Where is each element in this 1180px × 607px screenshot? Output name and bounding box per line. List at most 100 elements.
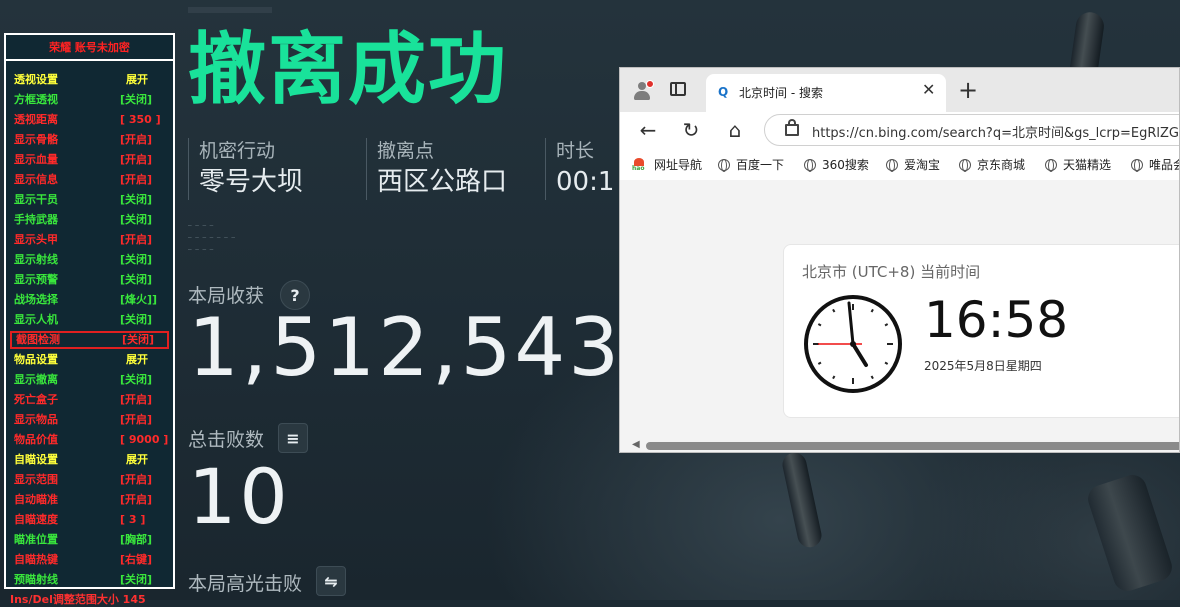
favorite-label: 360搜索 — [822, 158, 869, 172]
scroll-left-icon[interactable]: ◀ — [632, 439, 640, 450]
favorite-item[interactable]: 天猫精选 — [1045, 156, 1111, 173]
menu-item[interactable]: 显示头甲 [开启] — [10, 231, 169, 249]
menu-item[interactable]: 显示物品 [开启] — [10, 411, 169, 429]
menu-item-value: [关闭] — [120, 193, 153, 206]
menu-item-value: [开启] — [120, 473, 153, 486]
menu-item-value: [开启] — [120, 393, 153, 406]
menu-item-value: [开启] — [120, 493, 153, 506]
menu-item-value: 展开 — [126, 453, 148, 466]
menu-item-label: 方框透视 — [14, 93, 58, 106]
favorite-item[interactable]: 360搜索 — [804, 156, 869, 173]
refresh-icon[interactable]: ↻ — [679, 118, 703, 142]
menu-section-header[interactable]: 自瞄设置 展开 — [10, 451, 169, 469]
menu-item-label: 显示预警 — [14, 273, 58, 286]
tab-bing-search[interactable]: Q 北京时间 - 搜索 ✕ — [706, 74, 946, 112]
menu-item-label: 显示范围 — [14, 473, 58, 486]
menu-item-label: 自瞄设置 — [14, 453, 58, 466]
menu-item[interactable]: 自瞄速度 [ 3 ] — [10, 511, 169, 529]
menu-item[interactable]: 显示预警 [关闭] — [10, 271, 169, 289]
home-icon[interactable]: ⌂ — [723, 118, 747, 142]
favorite-item[interactable]: 网址导航 — [632, 156, 702, 173]
menu-item[interactable]: 死亡盒子 [开启] — [10, 391, 169, 409]
globe-icon — [1045, 159, 1057, 172]
menu-item[interactable]: 预瞄射线 [关闭] — [10, 571, 169, 589]
clock-tick — [884, 323, 889, 327]
menu-item-value: [关闭] — [120, 373, 153, 386]
favorite-item[interactable]: 京东商城 — [959, 156, 1025, 173]
favorites-bar: 网址导航 百度一下 360搜索 爱淘宝 京东商城 天猫精选 唯品会 — [620, 148, 1179, 181]
menu-item[interactable]: 手持武器 [关闭] — [10, 211, 169, 229]
url-text[interactable]: https://cn.bing.com/search?q=北京时间&gs_lcr… — [812, 122, 1179, 141]
tab-title: 北京时间 - 搜索 — [739, 86, 823, 100]
menu-item-value: [关闭] — [122, 333, 155, 346]
menu-item-value: [开启] — [120, 153, 153, 166]
browser-window: Q 北京时间 - 搜索 ✕ + ← ↻ ⌂ https://cn.bing.co… — [619, 67, 1180, 453]
menu-item[interactable]: 瞄准位置 [胸部] — [10, 531, 169, 549]
address-bar[interactable]: https://cn.bing.com/search?q=北京时间&gs_lcr… — [764, 114, 1179, 146]
menu-item-value: [ 9000 ] — [120, 433, 169, 446]
menu-item[interactable]: 物品价值 [ 9000 ] — [10, 431, 169, 449]
globe-icon — [718, 159, 730, 172]
overlay-menu: 荣耀 账号未加密 透视设置 展开方框透视 [关闭] 透视距离[ 350 ] 显示骨骼 [开… — [4, 33, 175, 589]
bullet-shell-decoration — [780, 450, 824, 550]
menu-item-value: [开启] — [120, 173, 153, 186]
kills-value: 10 — [188, 452, 291, 541]
page-content: 北京市 (UTC+8) 当前时间 16:58 2025年5月8日星期四 ◀ — [620, 180, 1179, 452]
menu-section-header[interactable]: 透视设置 展开 — [10, 71, 169, 89]
profile-avatar-icon[interactable] — [632, 80, 654, 100]
tab-actions-icon[interactable] — [670, 82, 686, 96]
menu-section-header[interactable]: 物品设置 展开 — [10, 351, 169, 369]
menu-item[interactable]: 显示范围 [开启] — [10, 471, 169, 489]
browser-toolbar: ← ↻ ⌂ https://cn.bing.com/search?q=北京时间&… — [620, 112, 1179, 148]
menu-item[interactable]: 显示射线 [关闭] — [10, 251, 169, 269]
menu-item-label: 自瞄热键 — [14, 553, 58, 566]
menu-item[interactable]: 方框透视 [关闭] — [10, 91, 169, 109]
list-icon[interactable]: ≡ — [278, 423, 308, 453]
new-tab-plus-icon[interactable]: + — [958, 76, 978, 104]
favorite-item[interactable]: 唯品会 — [1131, 156, 1179, 173]
menu-item-value: [开启] — [120, 133, 153, 146]
globe-icon — [959, 159, 971, 172]
current-time: 16:58 — [924, 291, 1069, 349]
info-value: 00:1 — [556, 167, 615, 197]
menu-item[interactable]: 显示干员 [关闭] — [10, 191, 169, 209]
menu-item-value: [开启] — [120, 413, 153, 426]
menu-item-label: 物品价值 — [14, 433, 58, 446]
menu-item-label: 预瞄射线 — [14, 573, 58, 586]
horizontal-scrollbar[interactable]: ◀ — [620, 436, 1179, 452]
menu-item[interactable]: 透视距离 [ 350 ] — [10, 111, 169, 129]
swap-icon[interactable]: ⇋ — [316, 566, 346, 596]
back-arrow-icon[interactable]: ← — [636, 118, 660, 142]
favorite-label: 爱淘宝 — [904, 158, 941, 172]
search-icon: Q — [718, 85, 729, 99]
favorite-item[interactable]: 百度一下 — [718, 156, 784, 173]
lock-icon[interactable] — [785, 119, 799, 136]
menu-item[interactable]: 显示撤离 [关闭] — [10, 371, 169, 389]
menu-item-label: 显示骨骼 — [14, 133, 58, 146]
menu-item-value: 展开 — [126, 73, 148, 86]
close-icon[interactable]: ✕ — [922, 80, 935, 99]
menu-item-label: 手持武器 — [14, 213, 58, 226]
menu-item-label: 显示射线 — [14, 253, 58, 266]
menu-item[interactable]: 自瞄热键 [右键] — [10, 551, 169, 569]
menu-item-value: [关闭] — [120, 313, 153, 326]
menu-item[interactable]: 显示血量 [开启] — [10, 151, 169, 169]
menu-item-label: 显示头甲 — [14, 233, 58, 246]
favorite-label: 天猫精选 — [1063, 158, 1112, 172]
favorite-item[interactable]: 爱淘宝 — [886, 156, 940, 173]
card-title: 北京市 (UTC+8) 当前时间 — [802, 263, 981, 281]
scrollbar-thumb[interactable] — [646, 442, 1179, 450]
globe-icon — [886, 159, 898, 172]
menu-item-value: [关闭] — [120, 273, 153, 286]
menu-item[interactable]: 战场选择 [烽火]] — [10, 291, 169, 309]
menu-item[interactable]: 显示骨骼 [开启] — [10, 131, 169, 149]
info-label: 时长 — [556, 140, 595, 162]
menu-item[interactable]: 自动瞄准 [开启] — [10, 491, 169, 509]
menu-item-label: 显示物品 — [14, 413, 58, 426]
menu-header: 荣耀 账号未加密 — [6, 35, 173, 61]
globe-icon — [1131, 159, 1143, 172]
menu-item-value: [关闭] — [120, 93, 153, 106]
menu-item[interactable]: 截图检测 [关闭] — [10, 331, 169, 349]
menu-item[interactable]: 显示信息 [开启] — [10, 171, 169, 189]
menu-item[interactable]: 显示人机 [关闭] — [10, 311, 169, 329]
